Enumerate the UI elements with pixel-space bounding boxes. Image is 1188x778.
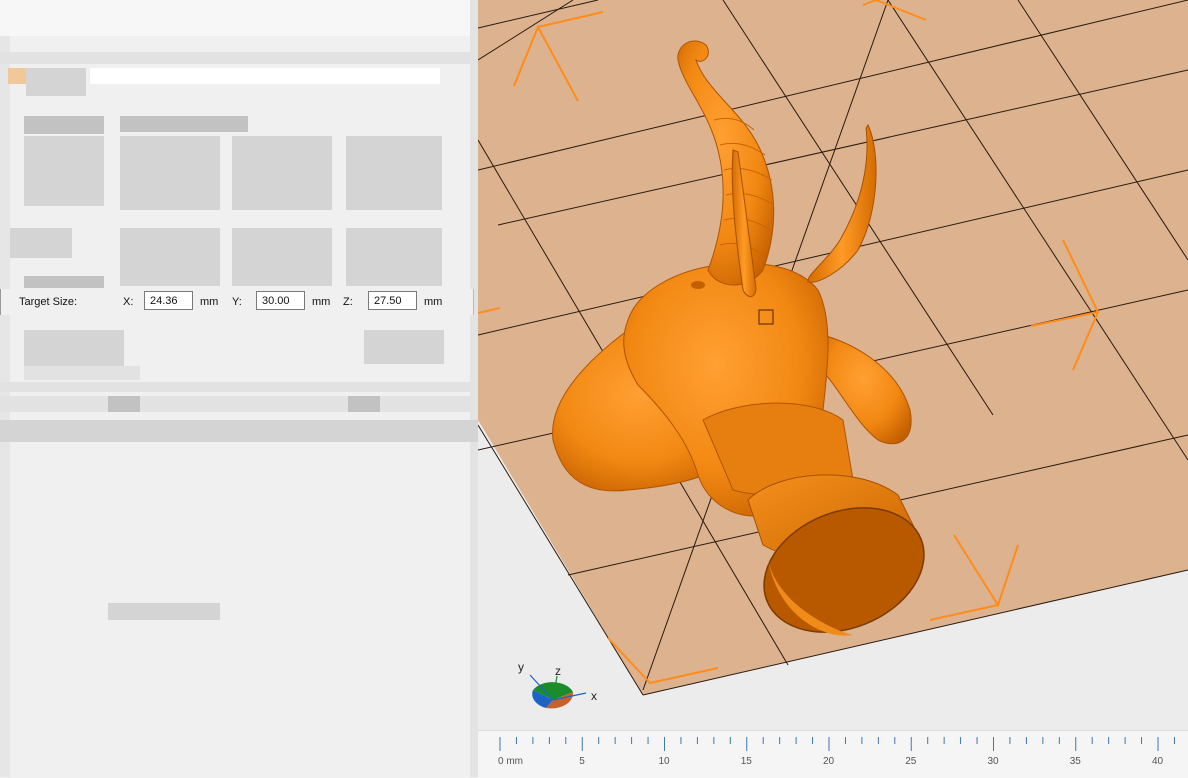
ruler-label: 35 [1070,756,1082,767]
y-size-label: Y: [232,296,242,308]
obscured-label [24,366,140,380]
target-size-y-input[interactable] [256,291,305,310]
z-unit-label: mm [424,296,443,308]
ruler-label: 10 [659,756,671,767]
obscured-region [0,382,470,392]
panel-header-area [0,0,470,36]
x-size-label: X: [123,296,134,308]
axis-label-z: z [555,664,561,678]
model-eye [691,281,705,289]
obscured-field [120,228,220,286]
ruler-label: 40 [1152,756,1164,767]
obscured-label [26,68,86,96]
ruler-label: 25 [905,756,917,767]
obscured-label [120,116,248,132]
ruler-label: 20 [823,756,835,767]
z-size-label: Z: [343,296,353,308]
x-unit-label: mm [200,296,219,308]
obscured-label [24,276,104,288]
axis-gizmo: y z x [518,660,597,709]
obscured-scroll-thumb [108,396,140,412]
ruler-label-start: 0 mm [498,756,523,767]
obscured-field [232,136,332,210]
obscured-field [346,136,442,210]
ruler-label: 30 [988,756,1000,767]
target-size-label: Target Size: [19,296,78,308]
obscured-scroll-thumb [348,396,380,412]
axis-label-x: x [591,689,597,703]
ruler-label: 5 [579,756,585,767]
obscured-region [0,52,470,64]
obscured-button [364,330,444,364]
obscured-label [24,330,124,366]
target-size-x-input[interactable] [144,291,193,310]
obscured-text-field [90,68,440,84]
3d-viewport[interactable]: y z x [478,0,1188,777]
scene-canvas[interactable]: y z x [478,0,1188,730]
ruler-label: 15 [741,756,753,767]
obscured-scrollbar [0,396,470,412]
obscured-separator [0,420,478,442]
obscured-label [24,116,104,134]
obscured-label [10,228,72,258]
panel-right-edge [470,0,478,777]
obscured-field [346,228,442,286]
ruler-scale: 0 mm 5 10 15 20 25 30 35 40 [498,737,1175,767]
obscured-icon [8,68,26,84]
object-settings-panel: Target Size: X: mm Y: mm Z: mm [0,0,478,777]
obscured-field [232,228,332,286]
y-unit-label: mm [312,296,331,308]
target-size-row: Target Size: X: mm Y: mm Z: mm [0,289,474,315]
obscured-label [24,136,104,206]
measurement-ruler: 0 mm 5 10 15 20 25 30 35 40 [478,730,1188,778]
axis-label-y: y [518,660,524,674]
obscured-text [108,603,220,620]
obscured-field [120,136,220,210]
target-size-z-input[interactable] [368,291,417,310]
